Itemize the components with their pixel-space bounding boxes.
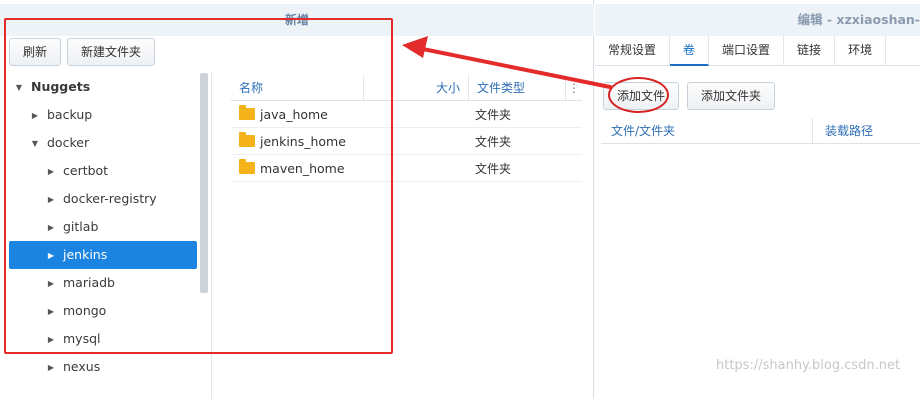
caret-right-icon[interactable]: ▶ (45, 242, 57, 270)
tree-item-label: docker-registry (63, 191, 157, 206)
file-name: maven_home (260, 160, 345, 176)
tree-item-mongo[interactable]: ▶ mongo (9, 297, 197, 325)
file-name: java_home (260, 106, 328, 122)
tree-item-label: mysql (63, 331, 101, 346)
caret-right-icon[interactable]: ▶ (29, 102, 41, 130)
caret-right-icon[interactable]: ▶ (45, 214, 57, 242)
add-folder-button[interactable]: 添加文件夹 (687, 82, 776, 110)
column-name[interactable]: 名称 (231, 79, 363, 96)
volume-toolbar: 添加文件 添加文件夹 (603, 82, 776, 110)
tree-scrollbar[interactable] (200, 73, 208, 293)
edit-panel: 编辑 - xzxiaoshan- 常规设置卷端口设置 链接 环境 添加文件 添加文件… (595, 0, 920, 399)
add-file-button[interactable]: 添加文件 (603, 82, 680, 110)
tree-item-nuggets[interactable]: ▼ Nuggets (9, 73, 197, 101)
caret-right-icon[interactable]: ▶ (45, 186, 57, 214)
tree-item-label: nexus (63, 359, 101, 374)
watermark: https://shanhy.blog.csdn.net (716, 358, 901, 373)
tree-item-jenkins[interactable]: ▶ jenkins (9, 241, 197, 269)
tree-item-label: docker (47, 135, 90, 150)
tree-item-mysql[interactable]: ▶ mysql (9, 325, 197, 353)
caret-down-icon[interactable]: ▼ (29, 130, 41, 158)
folder-icon (239, 132, 255, 147)
caret-right-icon[interactable]: ▶ (45, 270, 57, 298)
tree-item-mariadb[interactable]: ▶ mariadb (9, 269, 197, 297)
tree-item-label: jenkins (63, 247, 108, 262)
caret-right-icon[interactable]: ▶ (45, 298, 57, 326)
tab-4[interactable]: 环境 (835, 36, 887, 66)
caret-down-icon[interactable]: ▼ (13, 74, 25, 102)
tree-item-backup[interactable]: ▶ backup (9, 101, 197, 129)
file-type: 文件夹 (475, 161, 512, 176)
tree-item-label: certbot (63, 163, 109, 178)
add-dialog: 新增 刷新 新建文件夹 ▼ Nuggets ▶ backup ▼ docker ▶ certb… (0, 0, 594, 399)
refresh-button[interactable]: 刷新 (9, 38, 62, 66)
file-name-cell: java_home (231, 105, 469, 122)
tab-2[interactable]: 端口设置 (709, 36, 785, 66)
tree-item-docker-registry[interactable]: ▶ docker-registry (9, 185, 197, 213)
tree-item-label: backup (47, 107, 93, 122)
edit-tabs: 常规设置卷端口设置 链接 环境 (595, 36, 920, 66)
file-list: 名称 大小 文件类型 ⋮ java_home 文件夹 jenkins_home 文件夹… (231, 74, 582, 182)
folder-icon (239, 159, 255, 174)
volume-table-header: 文件/文件夹 装载路径 (601, 118, 920, 144)
tree-item-label: mariadb (63, 275, 115, 290)
tree-item-label: gitlab (63, 219, 99, 234)
tab-3[interactable]: 链接 (784, 36, 836, 66)
caret-right-icon[interactable]: ▶ (45, 354, 57, 382)
file-rows: java_home 文件夹 jenkins_home 文件夹 maven_home 文件夹 (231, 101, 582, 182)
column-type[interactable]: 文件类型 (469, 79, 565, 96)
tree-item-gitlab[interactable]: ▶ gitlab (9, 213, 197, 241)
caret-right-icon[interactable]: ▶ (45, 158, 57, 186)
column-size[interactable]: 大小 (363, 74, 469, 101)
tree-item-docker[interactable]: ▼ docker (9, 129, 197, 157)
caret-right-icon[interactable]: ▶ (45, 326, 57, 354)
dialog-title: 新增 (0, 4, 594, 36)
tab-0[interactable]: 常规设置 (595, 36, 671, 66)
column-file-folder[interactable]: 文件/文件夹 (601, 118, 813, 143)
edit-panel-title: 编辑 - xzxiaoshan- (595, 4, 920, 36)
file-row[interactable]: maven_home 文件夹 (231, 155, 582, 182)
folder-tree: ▼ Nuggets ▶ backup ▼ docker ▶ certbot ▶ docker-re… (0, 73, 212, 399)
file-list-header: 名称 大小 文件类型 ⋮ (231, 74, 582, 101)
new-folder-button[interactable]: 新建文件夹 (67, 38, 156, 66)
tree-item-certbot[interactable]: ▶ certbot (9, 157, 197, 185)
file-type: 文件夹 (475, 134, 512, 149)
file-row[interactable]: jenkins_home 文件夹 (231, 128, 582, 155)
column-mount-path[interactable]: 装载路径 (813, 118, 873, 143)
folder-icon (239, 105, 255, 120)
column-menu-icon[interactable]: ⋮ (565, 74, 582, 101)
tab-1[interactable]: 卷 (670, 36, 710, 66)
file-name: jenkins_home (260, 133, 346, 149)
tree-item-label: mongo (63, 303, 107, 318)
dialog-toolbar: 刷新 新建文件夹 (9, 38, 156, 66)
file-row[interactable]: java_home 文件夹 (231, 101, 582, 128)
file-name-cell: jenkins_home (231, 132, 469, 149)
tree-item-nexus[interactable]: ▶ nexus (9, 353, 197, 381)
tree-item-label: Nuggets (31, 79, 91, 94)
file-type: 文件夹 (475, 107, 512, 122)
file-name-cell: maven_home (231, 159, 469, 176)
